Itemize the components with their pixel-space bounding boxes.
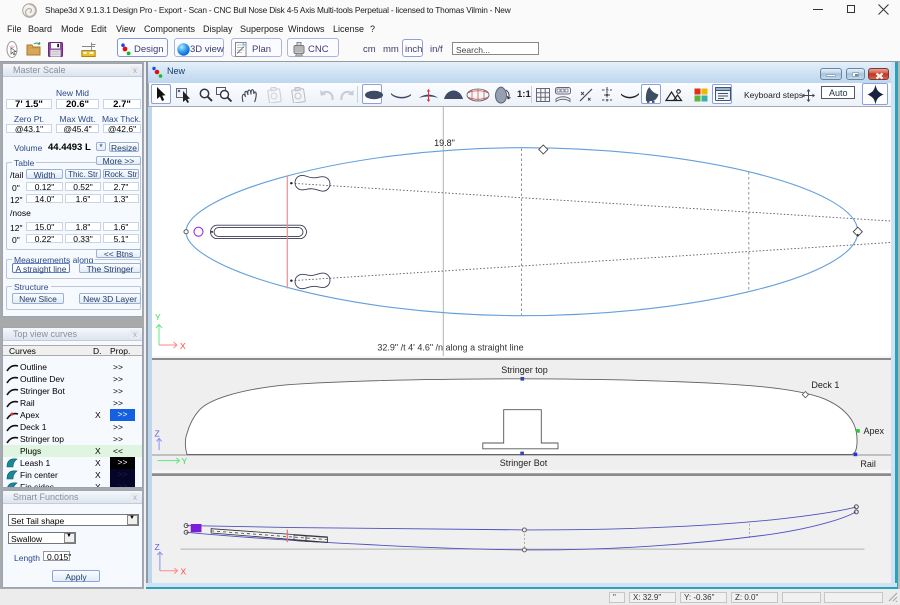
svg-text:19.8": 19.8": [434, 138, 455, 148]
svg-text:Apex: Apex: [863, 425, 884, 435]
svg-text:32.9" /t 4' 4.6" /n along a st: 32.9" /t 4' 4.6" /n along a straight lin…: [377, 343, 523, 353]
svg-text:Stringer Bot: Stringer Bot: [499, 457, 547, 467]
svg-text:X: X: [180, 341, 186, 351]
svg-text:Z: Z: [154, 428, 159, 438]
svg-text:Rail: Rail: [860, 458, 876, 468]
svg-text:Stringer top: Stringer top: [501, 364, 548, 374]
svg-text:Y: Y: [181, 455, 187, 465]
svg-text:Z: Z: [154, 542, 159, 552]
svg-text:Y: Y: [155, 312, 161, 322]
svg-text:Deck 1: Deck 1: [811, 379, 839, 389]
svg-text:X: X: [180, 566, 186, 576]
